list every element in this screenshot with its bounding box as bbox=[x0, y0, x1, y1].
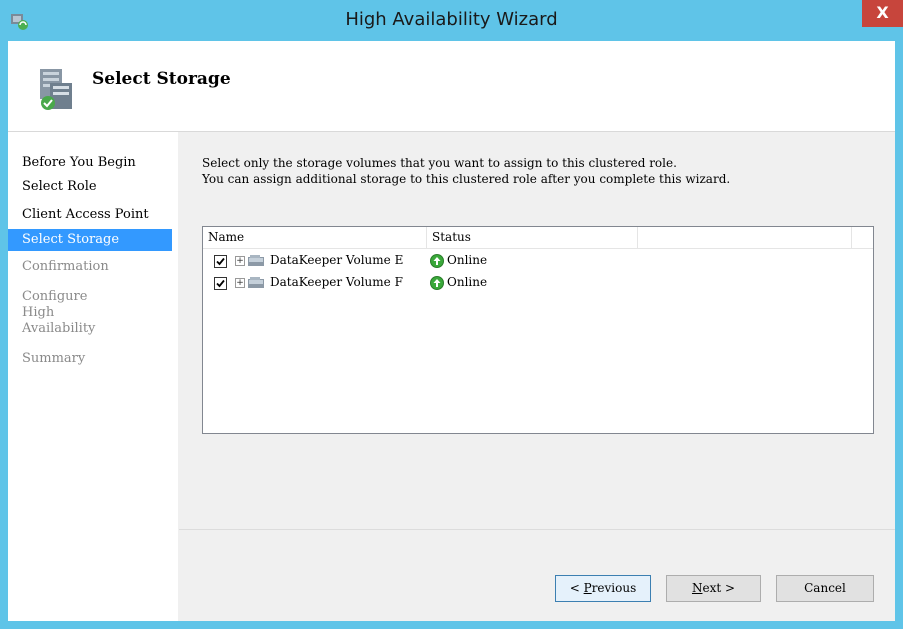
storage-icon bbox=[40, 69, 72, 110]
column-header-empty[interactable] bbox=[638, 227, 852, 248]
instructions-line-2: You can assign additional storage to thi… bbox=[202, 172, 731, 186]
storage-volume-list[interactable]: Name Status + DataKeeper Volume E Online… bbox=[202, 226, 874, 434]
column-header-name[interactable]: Name bbox=[203, 227, 427, 248]
step-before-you-begin[interactable]: Before You Begin bbox=[8, 155, 172, 171]
expand-plus-icon[interactable]: + bbox=[235, 278, 245, 288]
wizard-main-panel: Select only the storage volumes that you… bbox=[179, 132, 895, 621]
online-status-icon bbox=[430, 276, 444, 290]
volume-name: DataKeeper Volume F bbox=[270, 275, 403, 289]
previous-accesskey: P bbox=[583, 581, 592, 595]
window-title: High Availability Wizard bbox=[345, 9, 558, 30]
online-status-icon bbox=[430, 254, 444, 268]
step-summary: Summary bbox=[22, 351, 86, 366]
volume-status: Online bbox=[447, 275, 488, 289]
wizard-steps-sidebar: Before You Begin Select Role Client Acce… bbox=[8, 132, 178, 621]
step-list: Before You Begin Select Role Client Acce… bbox=[8, 155, 178, 373]
volume-row[interactable]: + DataKeeper Volume F Online bbox=[203, 273, 873, 295]
volume-checkbox[interactable] bbox=[214, 255, 227, 268]
step-confirmation: Confirmation bbox=[22, 259, 109, 274]
instructions: Select only the storage volumes that you… bbox=[202, 155, 730, 187]
disk-volume-icon bbox=[248, 277, 264, 288]
volume-status: Online bbox=[447, 253, 488, 267]
check-mark-icon bbox=[216, 279, 225, 288]
footer-divider bbox=[179, 529, 895, 530]
disk-volume-icon bbox=[248, 255, 264, 266]
wizard-window: High Availability Wizard X Select Storag… bbox=[0, 0, 903, 629]
column-header-status[interactable]: Status bbox=[427, 227, 638, 248]
expand-plus-icon[interactable]: + bbox=[235, 256, 245, 266]
previous-button[interactable]: < Previous bbox=[555, 575, 651, 602]
close-button[interactable]: X bbox=[862, 0, 903, 27]
step-configure-high-availability: Configure High Availability bbox=[22, 289, 96, 336]
next-button[interactable]: Next > bbox=[666, 575, 761, 602]
next-rest: ext > bbox=[702, 581, 736, 595]
step-select-storage[interactable]: Select Storage bbox=[8, 229, 172, 251]
page-title: Select Storage bbox=[92, 69, 231, 89]
volume-checkbox[interactable] bbox=[214, 277, 227, 290]
check-mark-icon bbox=[216, 257, 225, 266]
step-select-role[interactable]: Select Role bbox=[8, 179, 172, 195]
previous-prefix: < bbox=[569, 581, 584, 595]
volume-name: DataKeeper Volume E bbox=[270, 253, 404, 267]
previous-rest: revious bbox=[591, 581, 637, 595]
volume-row[interactable]: + DataKeeper Volume E Online bbox=[203, 251, 873, 273]
step-client-access-point[interactable]: Client Access Point bbox=[8, 207, 172, 223]
list-header: Name Status bbox=[203, 227, 873, 249]
instructions-line-1: Select only the storage volumes that you… bbox=[202, 156, 677, 170]
cancel-button[interactable]: Cancel bbox=[776, 575, 874, 602]
title-bar[interactable]: High Availability Wizard X bbox=[0, 0, 903, 41]
wizard-header: Select Storage bbox=[8, 41, 895, 132]
wizard-client-area: Select Storage Before You Begin Select R… bbox=[8, 41, 895, 621]
next-accesskey: N bbox=[691, 581, 703, 595]
